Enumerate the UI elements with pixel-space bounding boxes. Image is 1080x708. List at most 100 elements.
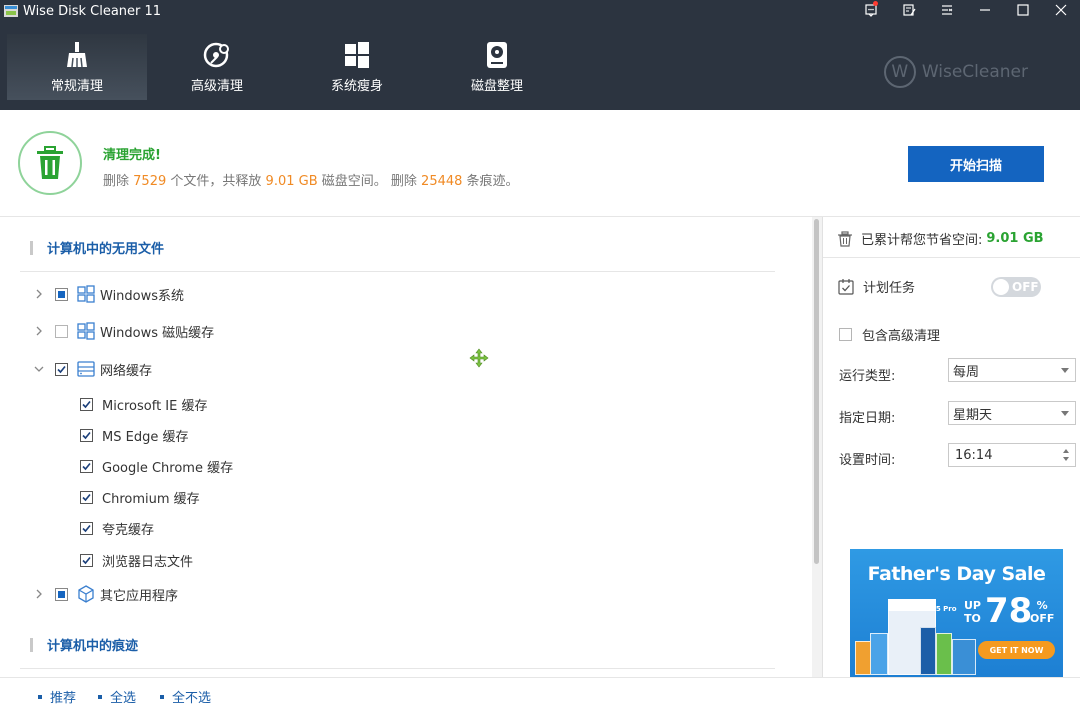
divider [20, 271, 775, 272]
trash-badge [18, 131, 82, 195]
checkmark-icon [82, 462, 91, 470]
product-box [920, 627, 936, 675]
dropdown-arrow-icon [1061, 411, 1069, 416]
minimize-button[interactable] [966, 0, 1004, 20]
recommend-link[interactable]: 推荐 [38, 687, 76, 706]
schedule-toggle[interactable]: OFF [991, 277, 1041, 297]
expand-toggle[interactable] [32, 587, 46, 601]
tree-subitem-browser-log[interactable]: 浏览器日志文件 [80, 547, 193, 573]
tab-regular-clean[interactable]: 常规清理 [7, 34, 147, 100]
run-type-label: 运行类型: [839, 369, 896, 384]
start-scan-button[interactable]: 开始扫描 [908, 146, 1044, 182]
product-box [855, 641, 871, 675]
checkbox-checked[interactable] [80, 490, 93, 504]
expand-toggle[interactable] [32, 324, 46, 338]
checkbox-partial[interactable] [55, 287, 68, 301]
trash-icon [37, 146, 63, 179]
checkbox-checked[interactable] [80, 459, 93, 473]
tab-advanced-clean[interactable]: 高级清理 [147, 34, 287, 100]
schedule-panel: 已累计帮您节省空间: 9.01 GB 计划任务 OFF 包含高级清理 运行类型:… [822, 217, 1080, 677]
link-label: 推荐 [50, 691, 77, 706]
cleanup-tree: 计算机中的无用文件 Windows系统 Windows 磁贴缓存 网络缓存 Mi… [0, 217, 812, 677]
tree-subitem-label: Google Chrome 缓存 [102, 460, 234, 476]
time-value: 16:14 [955, 447, 993, 463]
disk-defrag-icon [487, 42, 507, 68]
maximize-button[interactable] [1004, 0, 1042, 20]
tree-subitem-label: Chromium 缓存 [102, 491, 200, 507]
product-name: WiseCare365 Pro [889, 605, 957, 613]
brand-mark: W [883, 56, 916, 88]
edit-icon [903, 4, 916, 16]
tree-subitem-quark-cache[interactable]: 夸克缓存 [80, 515, 154, 541]
summary-text: 磁盘空间。 删除 [321, 174, 417, 189]
edit-button[interactable] [890, 0, 928, 20]
checkbox-unchecked[interactable] [55, 324, 68, 338]
tree-subitem-ie-cache[interactable]: Microsoft IE 缓存 [80, 391, 207, 417]
brand-name: WiseCleaner [921, 62, 1028, 82]
dropdown-arrow-icon [1061, 368, 1069, 373]
checkbox-partial[interactable] [55, 587, 68, 601]
checkbox-checked[interactable] [80, 397, 93, 411]
tree-item-windows-tile-cache[interactable]: Windows 磁贴缓存 [32, 318, 214, 344]
checkmark-icon [57, 365, 66, 373]
tab-label: 系统瘦身 [330, 79, 383, 94]
get-it-now-button[interactable]: GET IT NOW [978, 641, 1055, 659]
tab-disk-defrag[interactable]: 磁盘整理 [427, 34, 567, 100]
expand-toggle[interactable] [32, 362, 46, 376]
chevron-down-icon [34, 366, 44, 372]
spin-up-icon[interactable] [1063, 449, 1069, 453]
time-spinner[interactable]: 16:14 [948, 443, 1076, 467]
checkbox-checked[interactable] [55, 362, 68, 376]
checkbox-checked[interactable] [80, 521, 93, 535]
checkmark-icon [82, 556, 91, 564]
broom-icon [67, 42, 87, 68]
checkbox-checked[interactable] [80, 428, 93, 442]
run-type-select[interactable]: 每周 [948, 358, 1076, 382]
tree-item-label: 网络缓存 [100, 363, 153, 379]
checkbox-checked[interactable] [80, 553, 93, 567]
select-all-link[interactable]: 全选 [98, 687, 136, 706]
chevron-right-icon [36, 289, 42, 299]
tree-item-label: Windows 磁贴缓存 [100, 325, 215, 341]
link-label: 全不选 [172, 691, 212, 706]
promo-title: Father's Day Sale [867, 563, 1046, 585]
move-cursor-icon [469, 348, 489, 368]
tree-item-windows-system[interactable]: Windows系统 [32, 281, 184, 307]
freed-space: 9.01 GB [265, 174, 318, 189]
feedback-button[interactable] [852, 0, 890, 20]
summary-text: 删除 [103, 174, 130, 189]
tab-system-slim[interactable]: 系统瘦身 [287, 34, 427, 100]
checkbox-unchecked[interactable] [839, 328, 852, 341]
include-advanced-option[interactable]: 包含高级清理 [839, 325, 940, 344]
scrollbar-thumb[interactable] [814, 219, 819, 564]
select-none-link[interactable]: 全不选 [160, 687, 211, 706]
spin-buttons[interactable] [1063, 447, 1069, 463]
date-select[interactable]: 星期天 [948, 401, 1076, 425]
product-box [936, 633, 952, 675]
package-icon [78, 585, 94, 603]
expand-toggle[interactable] [32, 287, 46, 301]
divider [823, 257, 1080, 258]
tree-subitem-chromium-cache[interactable]: Chromium 缓存 [80, 484, 200, 510]
promo-banner[interactable]: Father's Day Sale WiseCare365 Pro UP TO … [850, 549, 1063, 677]
saved-space: 已累计帮您节省空间: 9.01 GB [837, 229, 1044, 248]
date-label: 指定日期: [839, 411, 896, 426]
select-value: 每周 [953, 364, 980, 380]
tree-subitem-chrome-cache[interactable]: Google Chrome 缓存 [80, 453, 233, 479]
tree-subitem-edge-cache[interactable]: MS Edge 缓存 [80, 422, 188, 448]
tree-subitem-label: MS Edge 缓存 [102, 429, 189, 445]
bullet [98, 694, 102, 699]
checkmark-icon [82, 524, 91, 532]
brand-logo: W WiseCleaner [883, 56, 1028, 88]
tree-item-other-apps[interactable]: 其它应用程序 [32, 581, 178, 607]
tree-subitem-label: 夸克缓存 [102, 522, 155, 538]
close-button[interactable] [1042, 0, 1080, 20]
saved-value: 9.01 GB [986, 231, 1044, 246]
toggle-state: OFF [1012, 280, 1039, 294]
tree-item-network-cache[interactable]: 网络缓存 [32, 356, 152, 382]
chevron-right-icon [36, 326, 42, 336]
spin-down-icon[interactable] [1063, 457, 1069, 461]
windows-logo-icon [345, 42, 369, 68]
promo-percent-sign: % [1036, 599, 1048, 612]
menu-button[interactable] [928, 0, 966, 20]
